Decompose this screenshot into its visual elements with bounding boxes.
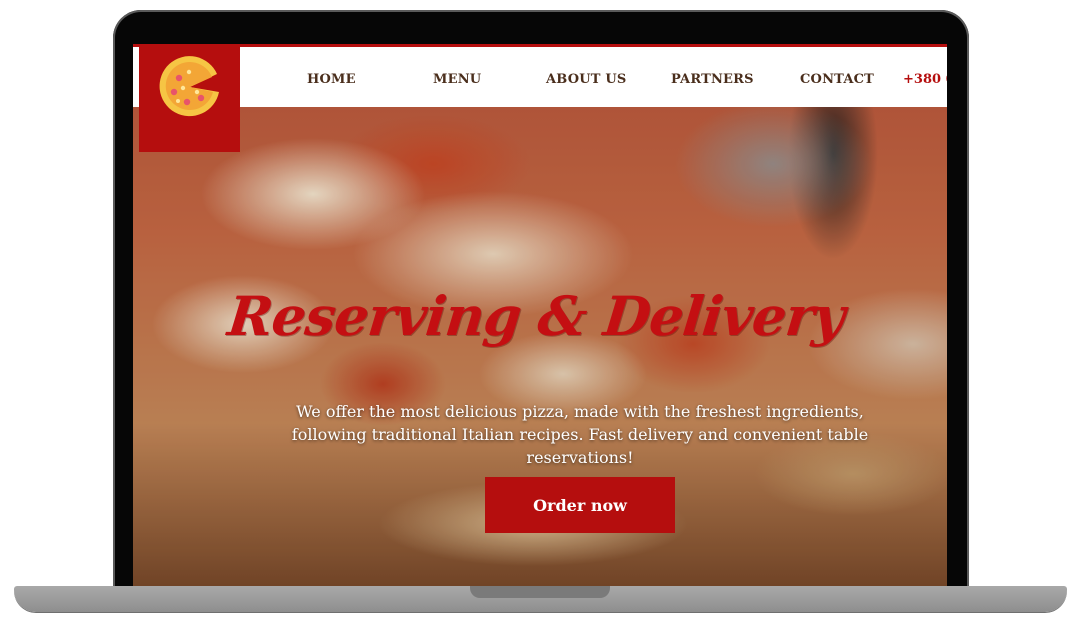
laptop-mockup: HOME MENU ABOUT US PARTNERS CONTACT +380… bbox=[0, 0, 1080, 633]
nav-contact[interactable]: CONTACT bbox=[800, 72, 874, 87]
nav-partners[interactable]: PARTNERS bbox=[671, 72, 754, 87]
hero-description: We offer the most delicious pizza, made … bbox=[291, 402, 869, 467]
laptop-base-notch bbox=[470, 586, 610, 598]
navbar: HOME MENU ABOUT US PARTNERS CONTACT +380… bbox=[133, 47, 947, 107]
nav-menu[interactable]: MENU bbox=[433, 72, 481, 87]
phone-number[interactable]: +380 66 bbox=[903, 72, 947, 87]
hero-title: Reserving & Delivery bbox=[224, 284, 848, 348]
pizza-logo-icon bbox=[159, 56, 219, 117]
nav-home[interactable]: HOME bbox=[307, 72, 356, 87]
nav-about-us[interactable]: ABOUT US bbox=[546, 72, 627, 87]
logo[interactable] bbox=[139, 44, 240, 152]
website-screen: HOME MENU ABOUT US PARTNERS CONTACT +380… bbox=[133, 44, 947, 586]
order-now-button[interactable]: Order now bbox=[485, 477, 675, 533]
